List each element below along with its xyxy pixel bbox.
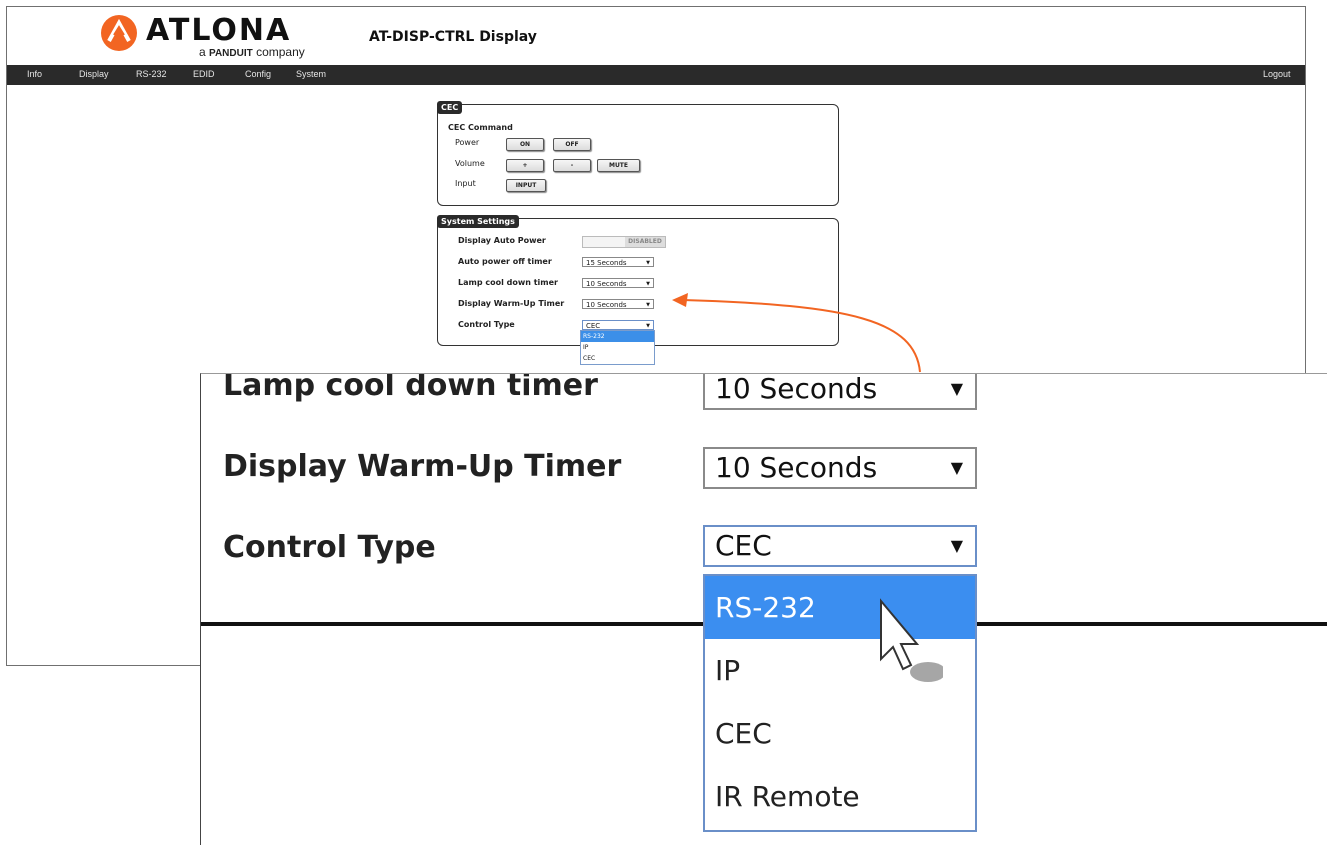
callout-arrow [672, 293, 921, 373]
